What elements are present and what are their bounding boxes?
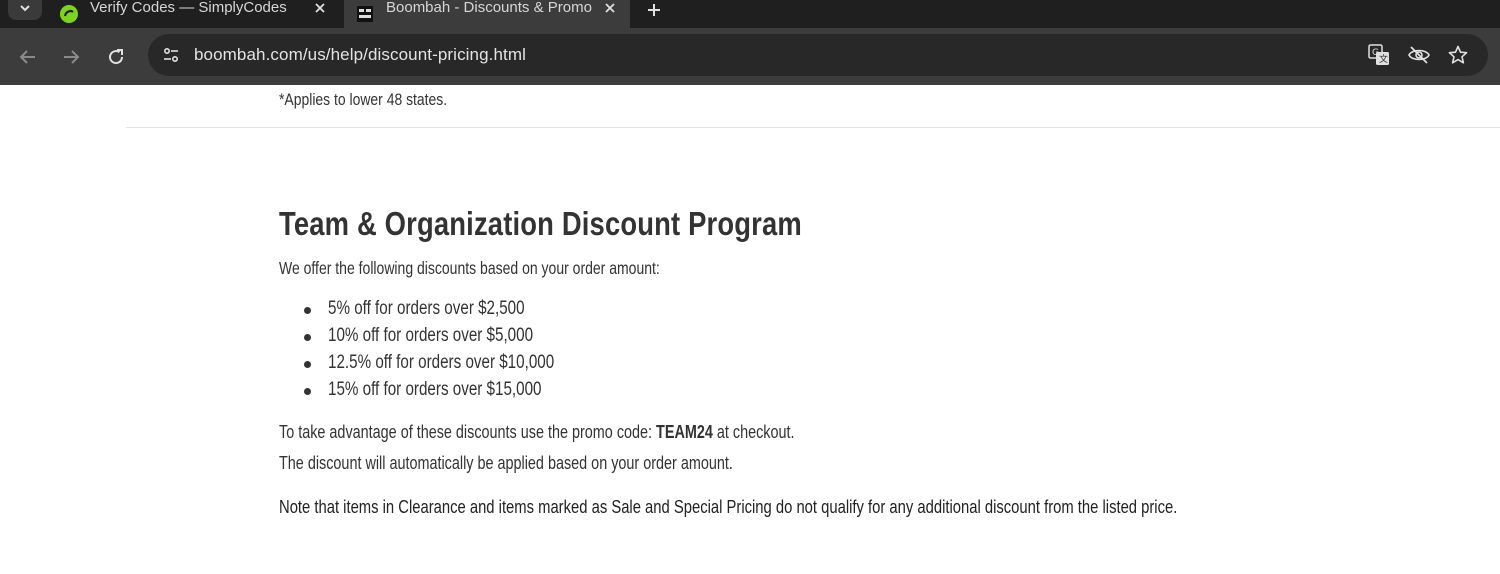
tier-text: 15% off for orders over $15,000	[328, 379, 542, 400]
section-divider	[126, 127, 1500, 128]
tier-text: 5% off for orders over $2,500	[328, 298, 525, 319]
browser-toolbar: boombah.com/us/help/discount-pricing.htm…	[0, 28, 1500, 85]
page-content: *Applies to lower 48 states. Team & Orga…	[0, 85, 1500, 574]
forward-arrow-icon	[64, 50, 80, 64]
close-icon[interactable]	[600, 0, 620, 18]
promo-prefix: To take advantage of these discounts use…	[279, 422, 657, 442]
tracking-protection-button[interactable]	[1406, 42, 1432, 68]
back-button[interactable]	[13, 42, 43, 72]
close-icon[interactable]	[310, 0, 330, 18]
tune-icon	[163, 47, 179, 63]
simplycodes-favicon	[60, 5, 78, 23]
back-arrow-icon	[19, 50, 35, 64]
promo-instructions: To take advantage of these discounts use…	[279, 422, 795, 443]
plus-icon	[648, 4, 660, 16]
new-tab-button[interactable]	[640, 0, 668, 20]
reload-icon	[109, 49, 124, 65]
promo-suffix: at checkout.	[712, 422, 795, 442]
translate-button[interactable]: G文	[1366, 42, 1392, 68]
chevron-down-icon	[20, 5, 30, 12]
tier-text: 10% off for orders over $5,000	[328, 325, 534, 346]
tab-strip: Verify Codes — SimplyCodes Boombah - Dis…	[0, 0, 1500, 28]
translate-icon: G文	[1368, 44, 1389, 65]
url-text[interactable]: boombah.com/us/help/discount-pricing.htm…	[194, 45, 526, 65]
tab-boombah[interactable]: Boombah - Discounts & Promo	[344, 0, 630, 28]
bullet	[304, 361, 311, 368]
site-info-button[interactable]	[156, 40, 186, 70]
bullet	[304, 334, 311, 341]
shipping-footnote: *Applies to lower 48 states.	[279, 90, 448, 109]
promo-code: TEAM24	[656, 422, 713, 442]
tab-title: Boombah - Discounts & Promo	[386, 0, 592, 16]
boombah-favicon	[357, 6, 373, 22]
intro-text: We offer the following discounts based o…	[279, 258, 660, 278]
tab-simplycodes[interactable]: Verify Codes — SimplyCodes	[48, 0, 340, 28]
address-bar[interactable]: boombah.com/us/help/discount-pricing.htm…	[148, 34, 1488, 76]
tab-title: Verify Codes — SimplyCodes	[90, 0, 287, 16]
forward-button[interactable]	[56, 42, 86, 72]
star-icon	[1448, 45, 1468, 64]
tab-search-button[interactable]	[8, 0, 42, 20]
eye-off-icon	[1408, 46, 1430, 64]
svg-text:文: 文	[1379, 53, 1388, 65]
bullet	[304, 388, 311, 395]
auto-applied-text: The discount will automatically be appli…	[279, 453, 733, 473]
page-heading: Team & Organization Discount Program	[279, 205, 802, 242]
bookmark-button[interactable]	[1445, 42, 1471, 68]
tier-text: 12.5% off for orders over $10,000	[328, 352, 555, 373]
bullet	[304, 307, 311, 314]
reload-button[interactable]	[101, 42, 131, 72]
exclusions-note: Note that items in Clearance and items m…	[279, 496, 1178, 517]
